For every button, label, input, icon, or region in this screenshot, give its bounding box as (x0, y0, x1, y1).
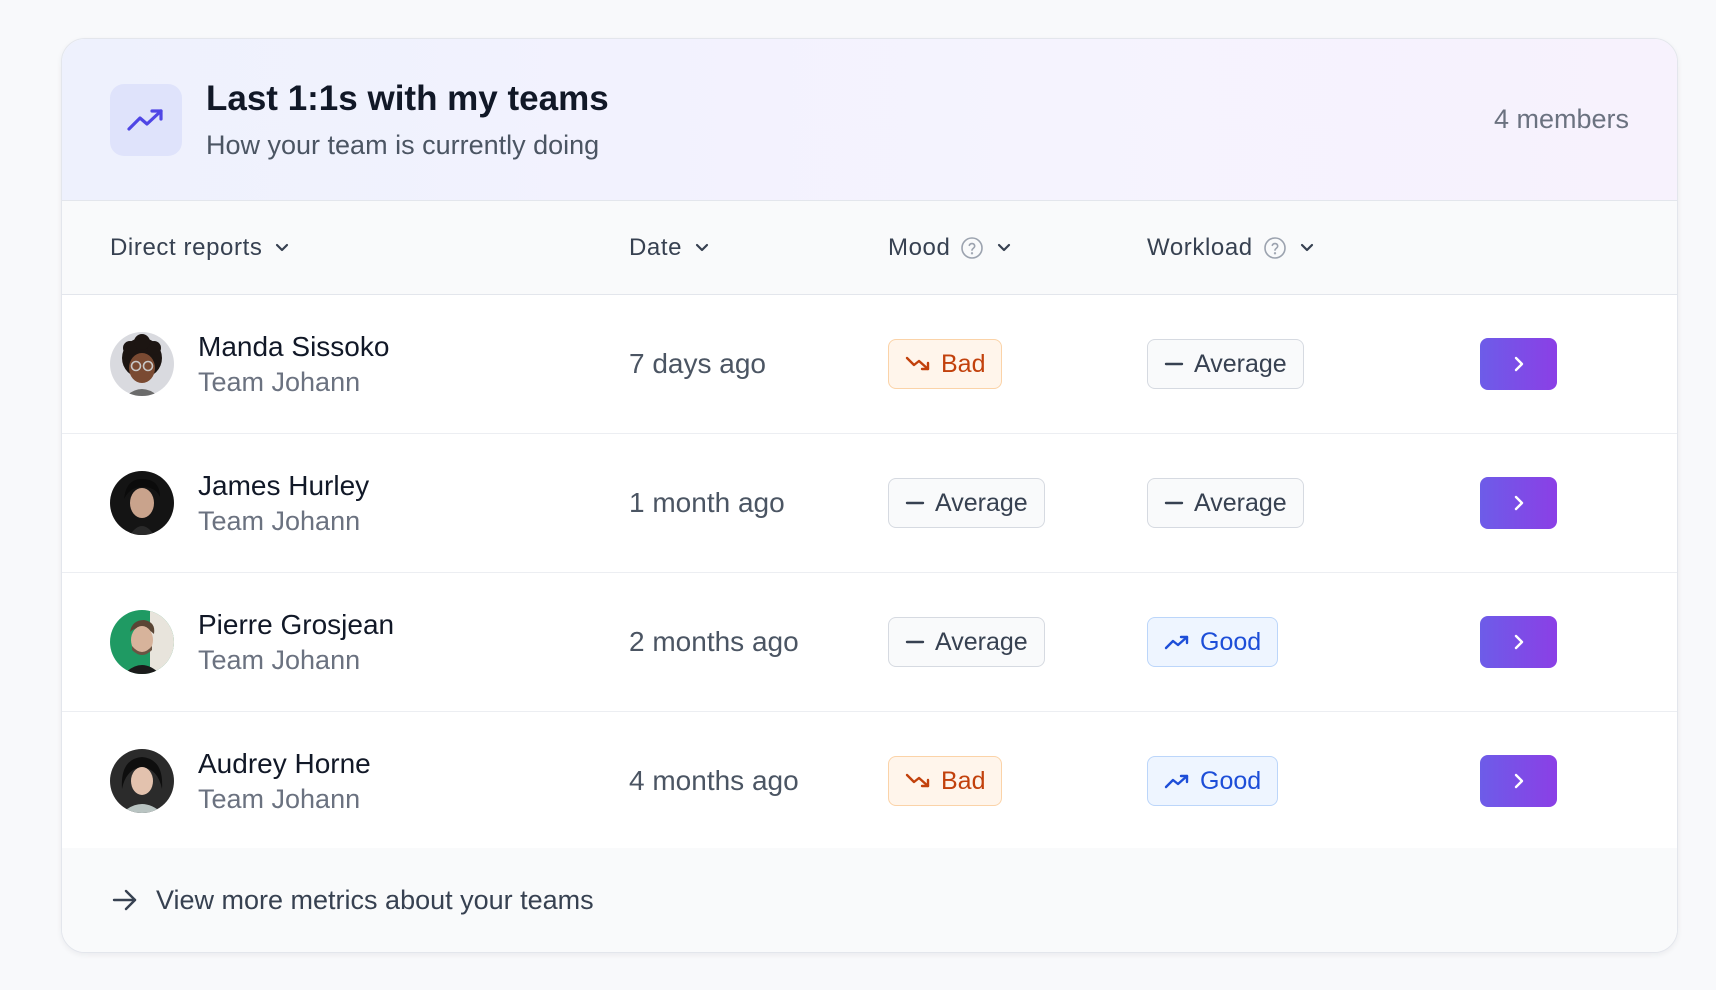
workload-label: Average (1194, 350, 1287, 379)
avatar (110, 332, 174, 396)
last-one-on-one-date: 4 months ago (629, 765, 799, 797)
chevron-right-icon (1513, 494, 1525, 512)
member-count: 4 members (1494, 104, 1629, 135)
open-one-on-one-button[interactable] (1480, 338, 1557, 390)
open-one-on-one-button[interactable] (1480, 616, 1557, 668)
card-title: Last 1:1s with my teams (206, 78, 1494, 120)
workload-label: Good (1200, 628, 1261, 657)
mood-badge: Bad (888, 756, 1002, 806)
column-date[interactable]: Date (629, 201, 710, 294)
workload-badge: Average (1147, 339, 1304, 389)
person-team: Team Johann (198, 366, 389, 400)
minus-icon (1164, 501, 1184, 505)
help-circle-icon[interactable] (960, 236, 984, 260)
chevron-right-icon (1513, 633, 1525, 651)
column-mood[interactable]: Mood (888, 201, 1012, 294)
minus-icon (905, 640, 925, 644)
card-header: Last 1:1s with my teams How your team is… (62, 39, 1677, 201)
card-subtitle: How your team is currently doing (206, 130, 1494, 161)
person-name: Audrey Horne (198, 746, 371, 781)
avatar (110, 471, 174, 535)
chevron-down-icon (274, 243, 290, 253)
minus-icon (905, 501, 925, 505)
table-row: Audrey Horne Team Johann 4 months ago Ba… (62, 712, 1677, 851)
person-team: Team Johann (198, 644, 394, 678)
trending-down-icon (905, 355, 931, 373)
open-one-on-one-button[interactable] (1480, 477, 1557, 529)
workload-label: Average (1194, 489, 1287, 518)
avatar (110, 749, 174, 813)
chevron-down-icon (996, 243, 1012, 253)
column-workload[interactable]: Workload (1147, 201, 1315, 294)
arrow-right-icon (112, 889, 138, 911)
person-team: Team Johann (198, 783, 371, 817)
team-one-on-ones-card: Last 1:1s with my teams How your team is… (61, 38, 1678, 953)
mood-label: Average (935, 628, 1028, 657)
minus-icon (1164, 362, 1184, 366)
trending-up-icon (110, 84, 182, 156)
person-team: Team Johann (198, 505, 369, 539)
table-header: Direct reports Date Mood Workload (62, 201, 1677, 295)
workload-badge: Good (1147, 756, 1278, 806)
avatar (110, 610, 174, 674)
workload-badge: Average (1147, 478, 1304, 528)
person-name: James Hurley (198, 468, 369, 503)
open-one-on-one-button[interactable] (1480, 755, 1557, 807)
chevron-right-icon (1513, 355, 1525, 373)
person-name: Manda Sissoko (198, 329, 389, 364)
column-direct-reports[interactable]: Direct reports (110, 201, 290, 294)
last-one-on-one-date: 1 month ago (629, 487, 785, 519)
workload-label: Good (1200, 767, 1261, 796)
mood-label: Average (935, 489, 1028, 518)
trending-up-icon (1164, 633, 1190, 651)
last-one-on-one-date: 7 days ago (629, 348, 766, 380)
chevron-right-icon (1513, 772, 1525, 790)
trending-down-icon (905, 772, 931, 790)
table-row: Manda Sissoko Team Johann 7 days ago Bad… (62, 295, 1677, 434)
column-workload-label: Workload (1147, 234, 1253, 262)
chevron-down-icon (694, 243, 710, 253)
view-more-metrics-label: View more metrics about your teams (156, 885, 594, 916)
column-mood-label: Mood (888, 234, 950, 262)
chevron-down-icon (1299, 243, 1315, 253)
column-date-label: Date (629, 234, 682, 262)
mood-badge: Bad (888, 339, 1002, 389)
column-direct-reports-label: Direct reports (110, 234, 262, 262)
last-one-on-one-date: 2 months ago (629, 626, 799, 658)
table-row: James Hurley Team Johann 1 month ago Ave… (62, 434, 1677, 573)
help-circle-icon[interactable] (1263, 236, 1287, 260)
trending-up-icon (1164, 772, 1190, 790)
mood-label: Bad (941, 767, 985, 796)
workload-badge: Good (1147, 617, 1278, 667)
mood-badge: Average (888, 617, 1045, 667)
view-more-metrics-link[interactable]: View more metrics about your teams (62, 848, 1677, 952)
mood-label: Bad (941, 350, 985, 379)
person-name: Pierre Grosjean (198, 607, 394, 642)
table-row: Pierre Grosjean Team Johann 2 months ago… (62, 573, 1677, 712)
mood-badge: Average (888, 478, 1045, 528)
